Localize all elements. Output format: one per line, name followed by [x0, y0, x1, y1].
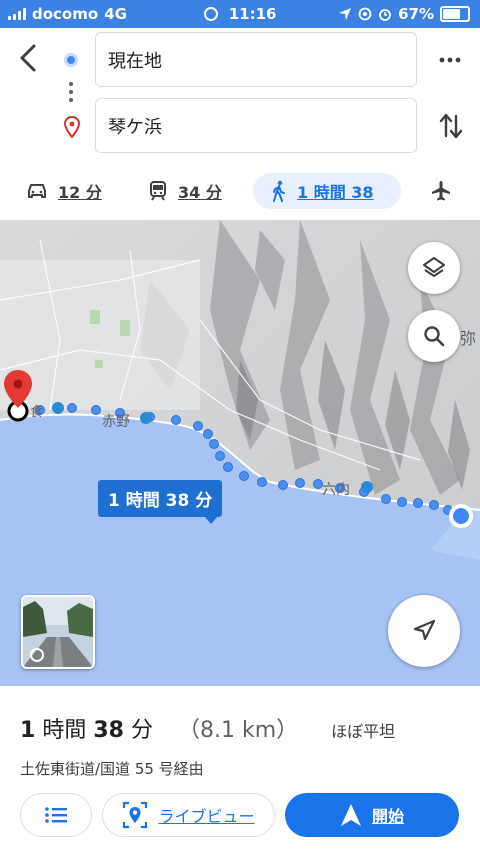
route-dots-icon — [69, 82, 73, 106]
duration-minutes-unit: 分 — [130, 718, 153, 743]
location-arrow-icon — [339, 8, 352, 20]
walking-time: 1 時間 38 — [297, 183, 374, 202]
clock: 11:16 — [228, 5, 277, 23]
route-via: 土佐東街道/国道 55 号経由 — [20, 760, 204, 778]
driving-time: 12 分 — [58, 183, 102, 202]
layers-icon — [423, 257, 445, 277]
current-location-icon — [449, 504, 473, 528]
place-label: 食 — [30, 404, 43, 420]
destination-pin-icon — [63, 116, 81, 138]
tab-driving[interactable]: 12 分 — [26, 173, 102, 209]
at-icon — [358, 7, 372, 21]
tab-walking[interactable]: 1 時間 38 — [253, 173, 401, 209]
my-location-icon — [413, 619, 436, 641]
duration-hours-unit: 時間 — [42, 718, 87, 743]
start-label: 開始 — [371, 807, 404, 826]
travel-mode-tabs: 12 分 34 分 1 時間 38 — [0, 173, 480, 213]
tab-flight[interactable] — [430, 173, 452, 209]
map-search-button[interactable] — [408, 310, 460, 362]
my-location-button[interactable] — [388, 595, 460, 667]
live-view-button[interactable]: ライブビュー — [102, 793, 275, 837]
destination-pin-icon[interactable] — [4, 370, 32, 422]
transit-time: 34 分 — [178, 183, 222, 202]
origin-dot-icon — [64, 53, 78, 67]
place-label: 弥 — [460, 329, 476, 348]
place-label: 赤野 — [102, 414, 130, 430]
battery-percent: 67% — [398, 5, 434, 23]
duration-minutes: 38 — [93, 718, 124, 743]
swap-vert-icon[interactable] — [438, 110, 464, 142]
destination-field[interactable]: 琴ケ浜 — [95, 98, 417, 153]
battery-icon — [440, 6, 470, 22]
street-view-thumbnail[interactable] — [21, 595, 95, 669]
route-distance: （8.1 km） — [177, 718, 299, 743]
route-terrain: ほぼ平坦 — [331, 722, 396, 741]
rotation-lock-icon — [203, 7, 218, 21]
route-summary: 1 時間 38 分 （8.1 km） ほぼ平坦 — [20, 712, 395, 744]
list-icon — [45, 807, 67, 823]
steps-button[interactable] — [20, 793, 92, 837]
chevron-left-icon[interactable] — [14, 38, 44, 78]
layers-button[interactable] — [408, 242, 460, 294]
live-view-label: ライブビュー — [158, 807, 255, 826]
search-icon — [424, 326, 445, 347]
status-bar: docomo 4G 11:16 67% — [0, 0, 480, 28]
origin-field[interactable]: 現在地 — [95, 32, 417, 87]
directions-header: 現在地 琴ケ浜 12 分 34 分 1 時間 38 — [0, 28, 480, 220]
start-button[interactable]: 開始 — [285, 793, 459, 837]
destination-text: 琴ケ浜 — [108, 116, 162, 138]
more-horiz-icon[interactable] — [438, 50, 462, 70]
route-summary-panel: 1 時間 38 分 （8.1 km） ほぼ平坦 土佐東街道/国道 55 号経由 … — [0, 686, 480, 854]
live-view-icon — [123, 801, 148, 829]
tab-transit[interactable]: 34 分 — [148, 173, 222, 209]
alarm-icon — [379, 9, 391, 21]
walk-icon — [273, 180, 285, 202]
map-view[interactable]: 赤野 六内 弥 食 1 時間 38 分 — [0, 220, 480, 686]
navigation-arrow-icon — [340, 804, 361, 826]
flight-icon — [432, 181, 450, 201]
origin-text: 現在地 — [108, 50, 162, 72]
car-icon — [28, 184, 46, 198]
route-duration-label[interactable]: 1 時間 38 分 — [98, 480, 223, 524]
place-label: 六内 — [322, 482, 350, 498]
street-view-image — [23, 597, 93, 667]
train-icon — [150, 181, 166, 201]
duration-hours: 1 — [20, 718, 36, 743]
